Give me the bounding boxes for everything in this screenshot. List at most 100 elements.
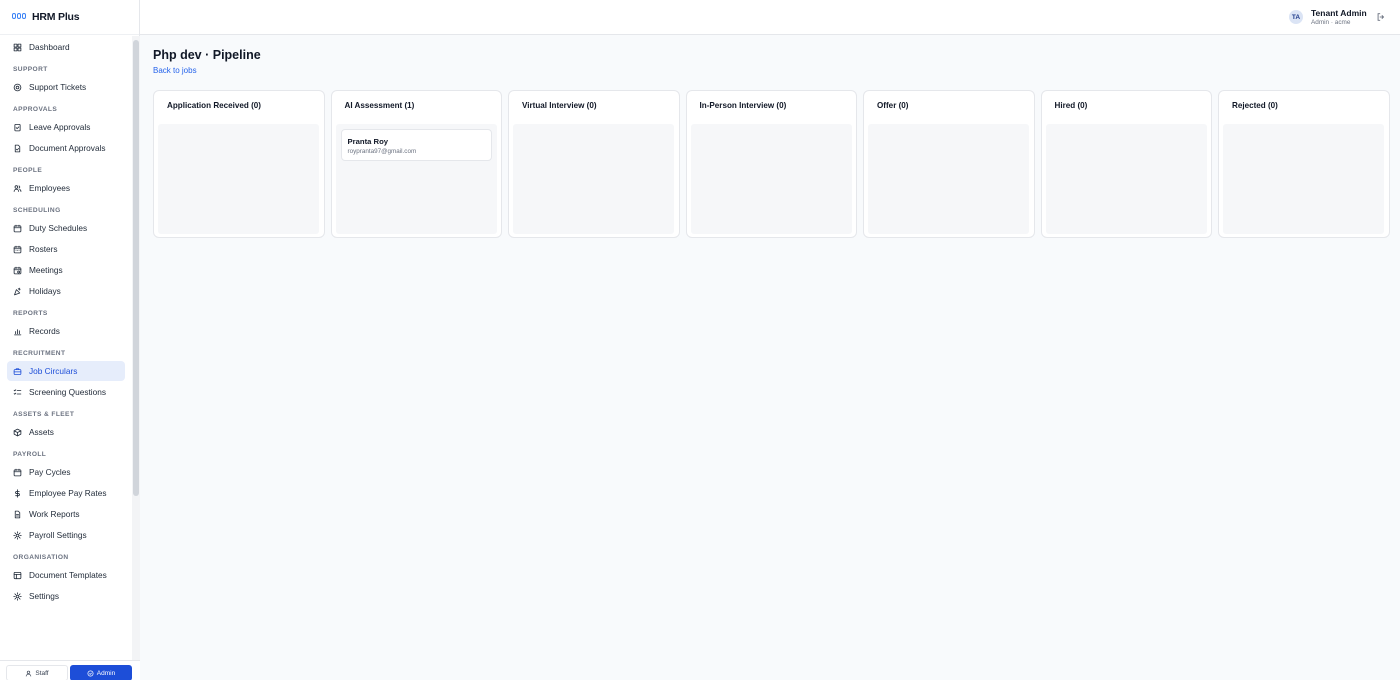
back-to-jobs-link[interactable]: Back to jobs xyxy=(153,66,197,75)
column-drop-zone[interactable]: Pranta Roy roypranta97@gmail.com xyxy=(335,124,497,234)
column-title: In-Person Interview (0) xyxy=(699,101,787,110)
pipeline-column: In-Person Interview (0) xyxy=(685,90,857,238)
sidebar-item-label: Settings xyxy=(29,591,59,601)
pipeline-column: AI Assessment (1) Pranta Roy roypranta97@g… xyxy=(330,90,502,238)
sidebar-item-leave-approvals[interactable]: Leave Approvals xyxy=(7,117,125,137)
sidebar-item-job-circulars[interactable]: Job Circulars xyxy=(7,361,125,381)
package-icon xyxy=(13,428,22,437)
column-title: AI Assessment (1) xyxy=(344,101,415,110)
nav-section-support: SUPPORT xyxy=(13,66,48,73)
nav-section-recruitment: RECRUITMENT xyxy=(13,350,66,357)
calendar-clock-icon xyxy=(13,266,22,275)
calendar-grid-icon xyxy=(13,245,22,254)
document-check-icon xyxy=(13,144,22,153)
column-drop-zone[interactable] xyxy=(1045,124,1207,234)
lifebuoy-icon xyxy=(13,83,22,92)
sidebar-item-rosters[interactable]: Rosters xyxy=(7,239,125,259)
sidebar-item-label: Pay Cycles xyxy=(29,467,71,477)
sidebar-item-duty-schedules[interactable]: Duty Schedules xyxy=(7,218,125,238)
top-bar: TA Tenant Admin Admin · acme xyxy=(140,0,1400,35)
column-drop-zone[interactable] xyxy=(158,124,319,234)
admin-mode-label: Admin xyxy=(96,669,116,677)
candidate-name: Pranta Roy xyxy=(347,137,389,146)
sidebar-item-document-templates[interactable]: Document Templates xyxy=(7,565,125,585)
sidebar-item-employees[interactable]: Employees xyxy=(7,178,125,198)
gear-icon xyxy=(13,530,22,540)
nav-section-assets-and-fleet: ASSETS & FLEET xyxy=(13,411,75,418)
sidebar-item-label: Payroll Settings xyxy=(29,530,87,540)
nav-section-approvals: APPROVALS xyxy=(13,106,58,113)
candidate-email: roypranta97@gmail.com xyxy=(347,148,417,155)
sidebar-item-records[interactable]: Records xyxy=(7,321,125,341)
dashboard-icon xyxy=(13,43,22,52)
user-name: Tenant Admin xyxy=(1311,8,1367,18)
sidebar-item-label: Employee Pay Rates xyxy=(29,488,107,498)
candidate-card[interactable]: Pranta Roy roypranta97@gmail.com xyxy=(340,129,492,161)
calendar-icon xyxy=(13,224,22,233)
sidebar-item-label: Support Tickets xyxy=(29,82,87,92)
column-drop-zone[interactable] xyxy=(1223,124,1384,234)
logo-icon xyxy=(12,13,26,21)
scrollbar-thumb[interactable] xyxy=(133,40,139,496)
sidebar-item-meetings[interactable]: Meetings xyxy=(7,260,125,280)
pipeline-column: Hired (0) xyxy=(1040,90,1212,238)
user-icon xyxy=(26,670,32,676)
staff-mode-button[interactable]: Staff xyxy=(6,665,68,680)
column-title: Virtual Interview (0) xyxy=(522,101,597,110)
staff-mode-label: Staff xyxy=(35,669,49,677)
nav-section-scheduling: SCHEDULING xyxy=(13,207,61,214)
sidebar-item-payroll-settings[interactable]: Payroll Settings xyxy=(7,525,125,545)
list-check-icon xyxy=(13,388,22,397)
column-title: Rejected (0) xyxy=(1232,101,1278,110)
document-icon xyxy=(13,510,22,519)
pipeline-board: Application Received (0) AI Assessment (1… xyxy=(153,90,1390,238)
admin-mode-button[interactable]: Admin xyxy=(70,665,132,680)
users-icon xyxy=(13,184,22,193)
main-content: Php dev · Pipeline Back to jobs Applicat… xyxy=(140,35,1400,680)
column-drop-zone[interactable] xyxy=(690,124,852,234)
sidebar-item-label: Work Reports xyxy=(29,509,80,519)
sidebar-item-work-reports[interactable]: Work Reports xyxy=(7,504,125,524)
sidebar-item-label: Holidays xyxy=(29,286,61,296)
column-title: Application Received (0) xyxy=(167,101,261,110)
pipeline-column: Offer (0) xyxy=(863,90,1035,238)
sidebar-item-document-approvals[interactable]: Document Approvals xyxy=(7,138,125,158)
nav-section-organisation: ORGANISATION xyxy=(13,554,69,561)
avatar[interactable]: TA xyxy=(1289,10,1303,24)
sidebar-item-label: Records xyxy=(29,326,60,336)
sidebar-scrollbar[interactable] xyxy=(132,36,140,660)
nav-section-reports: REPORTS xyxy=(13,310,48,317)
page-title: Php dev · Pipeline xyxy=(153,48,261,62)
pipeline-column: Virtual Interview (0) xyxy=(508,90,680,238)
dollar-icon xyxy=(13,488,22,498)
sidebar-item-dashboard[interactable]: Dashboard xyxy=(7,37,125,57)
sidebar-item-label: Rosters xyxy=(29,244,58,254)
column-drop-zone[interactable] xyxy=(513,124,674,234)
template-icon xyxy=(13,571,22,580)
brand-name: HRM Plus xyxy=(32,11,80,23)
logout-icon[interactable] xyxy=(1376,12,1386,22)
sidebar-item-employee-pay-rates[interactable]: Employee Pay Rates xyxy=(7,483,125,503)
sidebar-item-label: Job Circulars xyxy=(29,366,78,376)
bar-chart-icon xyxy=(13,327,22,336)
sidebar-item-settings[interactable]: Settings xyxy=(7,586,125,606)
sidebar-item-label: Screening Questions xyxy=(29,387,107,397)
sidebar-nav: Dashboard SUPPORT Support Tickets APPROVALS… xyxy=(0,36,132,660)
sidebar-item-pay-cycles[interactable]: Pay Cycles xyxy=(7,462,125,482)
sidebar-item-label: Dashboard xyxy=(29,42,70,52)
sidebar-item-label: Employees xyxy=(29,183,71,193)
column-drop-zone[interactable] xyxy=(868,124,1029,234)
pipeline-column: Rejected (0) xyxy=(1218,90,1390,238)
column-title: Offer (0) xyxy=(877,101,909,110)
briefcase-icon xyxy=(13,367,22,376)
brand[interactable]: HRM Plus xyxy=(0,0,139,35)
sidebar-item-label: Meetings xyxy=(29,265,63,275)
sidebar-item-screening-questions[interactable]: Screening Questions xyxy=(7,382,125,402)
party-icon xyxy=(13,287,22,296)
clipboard-check-icon xyxy=(13,123,22,132)
sidebar-item-label: Leave Approvals xyxy=(29,122,91,132)
sidebar-item-support-tickets[interactable]: Support Tickets xyxy=(7,77,125,97)
sidebar-item-label: Document Approvals xyxy=(29,143,106,153)
sidebar-item-assets[interactable]: Assets xyxy=(7,422,125,442)
sidebar-item-holidays[interactable]: Holidays xyxy=(7,281,125,301)
